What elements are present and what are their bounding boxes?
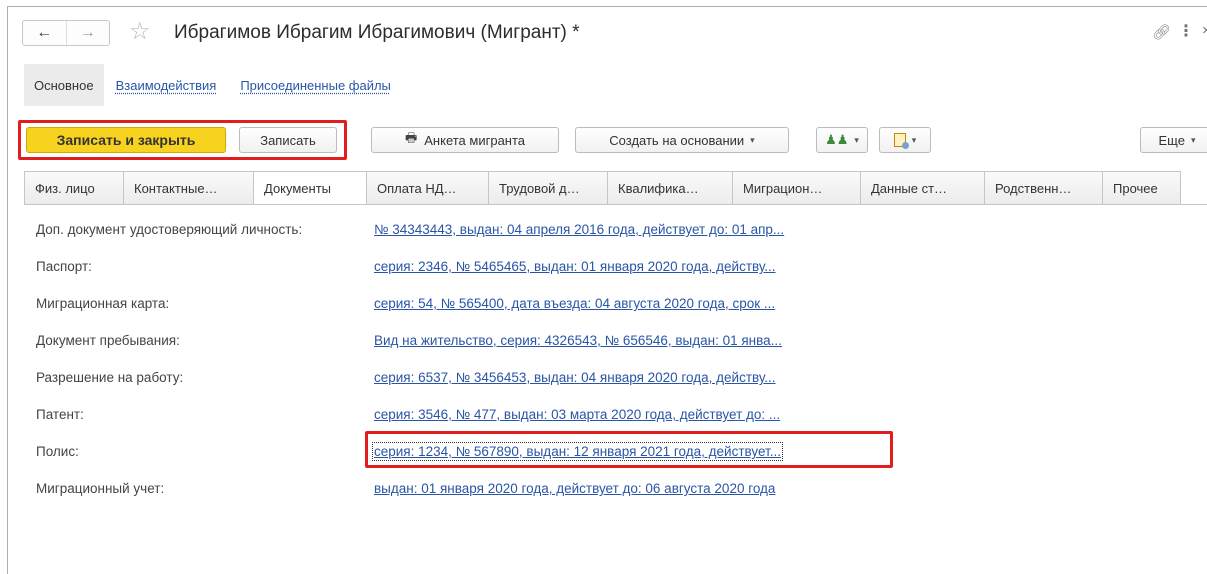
field-label: Паспорт: <box>36 259 92 274</box>
field-link-patent[interactable]: серия: 3546, № 477, выдан: 03 марта 2020… <box>374 407 780 422</box>
field-row: Разрешение на работу: серия: 6537, № 345… <box>36 367 936 404</box>
tab-documents[interactable]: Документы <box>254 171 367 205</box>
tab-labor[interactable]: Трудовой д… <box>489 171 608 205</box>
tab-personal[interactable]: Физ. лицо <box>24 171 124 205</box>
field-label: Доп. документ удостоверяющий личность: <box>36 222 303 237</box>
page-title: Ибрагимов Ибрагим Ибрагимович (Мигрант) … <box>174 22 580 43</box>
save-button[interactable]: Записать <box>239 127 337 153</box>
more-vertical-icon[interactable]: ⋮ <box>1178 21 1194 41</box>
create-based-on-label: Создать на основании <box>609 132 745 148</box>
tab-migration[interactable]: Миграцион… <box>733 171 861 205</box>
field-label: Документ пребывания: <box>36 333 180 348</box>
tab-contacts[interactable]: Контактные… <box>124 171 254 205</box>
field-link-residence-document[interactable]: Вид на жительство, серия: 4326543, № 656… <box>374 333 782 348</box>
forward-button[interactable]: → <box>65 21 110 45</box>
tab-other[interactable]: Прочее <box>1103 171 1181 205</box>
field-link-policy[interactable]: серия: 1234, № 567890, выдан: 12 января … <box>372 442 783 461</box>
users-icon: ♟♟ <box>825 132 849 147</box>
link-icon[interactable]: 🔗︎ <box>1152 23 1171 41</box>
favorite-star-icon[interactable]: ☆ <box>129 19 151 45</box>
create-based-on-button[interactable]: Создать на основании ▾ <box>575 127 789 153</box>
field-link-extra-id[interactable]: № 34343443, выдан: 04 апреля 2016 года, … <box>374 222 784 237</box>
section-main-label: Основное <box>34 77 94 93</box>
section-attached-files[interactable]: Присоединенные файлы <box>228 64 403 106</box>
history-nav: ← → <box>22 20 110 46</box>
field-link-migration-card[interactable]: серия: 54, № 565400, дата въезда: 04 авг… <box>374 296 775 311</box>
form-tabs: Физ. лицо Контактные… Документы Оплата Н… <box>24 171 1181 205</box>
field-row: Доп. документ удостоверяющий личность: №… <box>36 219 936 256</box>
field-link-migration-registration[interactable]: выдан: 01 января 2020 года, действует до… <box>374 481 775 496</box>
documents-form: Доп. документ удостоверяющий личность: №… <box>36 219 936 515</box>
field-link-passport[interactable]: серия: 2346, № 5465465, выдан: 01 января… <box>374 259 776 274</box>
migrant-form-label: Анкета мигранта <box>424 132 526 148</box>
report-icon <box>893 133 909 149</box>
section-attached-files-label: Присоединенные файлы <box>240 77 391 93</box>
field-label: Миграционный учет: <box>36 481 165 496</box>
more-button[interactable]: Еще ▾ <box>1140 127 1207 153</box>
tab-qualification[interactable]: Квалифика… <box>608 171 733 205</box>
tab-relatives[interactable]: Родственн… <box>985 171 1103 205</box>
more-label: Еще <box>1158 132 1185 148</box>
field-row: Полис: серия: 1234, № 567890, выдан: 12 … <box>36 431 936 478</box>
save-and-close-button[interactable]: Записать и закрыть <box>26 127 226 153</box>
chevron-down-icon: ▾ <box>1190 134 1196 145</box>
tab-divider <box>24 204 1207 205</box>
field-label: Полис: <box>36 444 79 459</box>
field-row: Миграционный учет: выдан: 01 января 2020… <box>36 478 936 515</box>
chevron-down-icon: ▾ <box>750 134 755 145</box>
section-main[interactable]: Основное <box>24 64 104 106</box>
field-label: Миграционная карта: <box>36 296 170 311</box>
command-bar: Записать и закрыть Записать 🖶 Анкета миг… <box>18 120 1207 160</box>
section-interactions[interactable]: Взаимодействия <box>104 64 229 106</box>
section-interactions-label: Взаимодействия <box>115 77 217 93</box>
back-button[interactable]: ← <box>23 21 66 45</box>
arrow-left-icon: ← <box>36 24 53 41</box>
field-row: Миграционная карта: серия: 54, № 565400,… <box>36 293 936 330</box>
section-nav: Основное Взаимодействия Присоединенные ф… <box>24 64 403 106</box>
printer-icon: 🖶 <box>404 130 418 145</box>
migrant-form-button[interactable]: 🖶 Анкета мигранта <box>371 127 559 153</box>
title-bar: ← → ☆ Ибрагимов Ибрагим Ибрагимович (Миг… <box>14 16 1207 50</box>
chevron-down-icon: ▾ <box>854 134 859 145</box>
field-row: Паспорт: серия: 2346, № 5465465, выдан: … <box>36 256 936 293</box>
field-row: Документ пребывания: Вид на жительство, … <box>36 330 936 367</box>
arrow-right-icon: → <box>79 24 96 41</box>
chevron-down-icon: ▾ <box>911 134 917 145</box>
tab-data[interactable]: Данные ст… <box>861 171 985 205</box>
reports-menu-button[interactable]: ▾ <box>879 127 931 153</box>
field-link-work-permit[interactable]: серия: 6537, № 3456453, выдан: 04 января… <box>374 370 776 385</box>
users-menu-button[interactable]: ♟♟ ▾ <box>816 127 868 153</box>
close-icon[interactable]: × <box>1202 22 1207 39</box>
field-label: Разрешение на работу: <box>36 370 184 385</box>
field-label: Патент: <box>36 407 84 422</box>
tab-ndfl-payment[interactable]: Оплата НД… <box>367 171 489 205</box>
